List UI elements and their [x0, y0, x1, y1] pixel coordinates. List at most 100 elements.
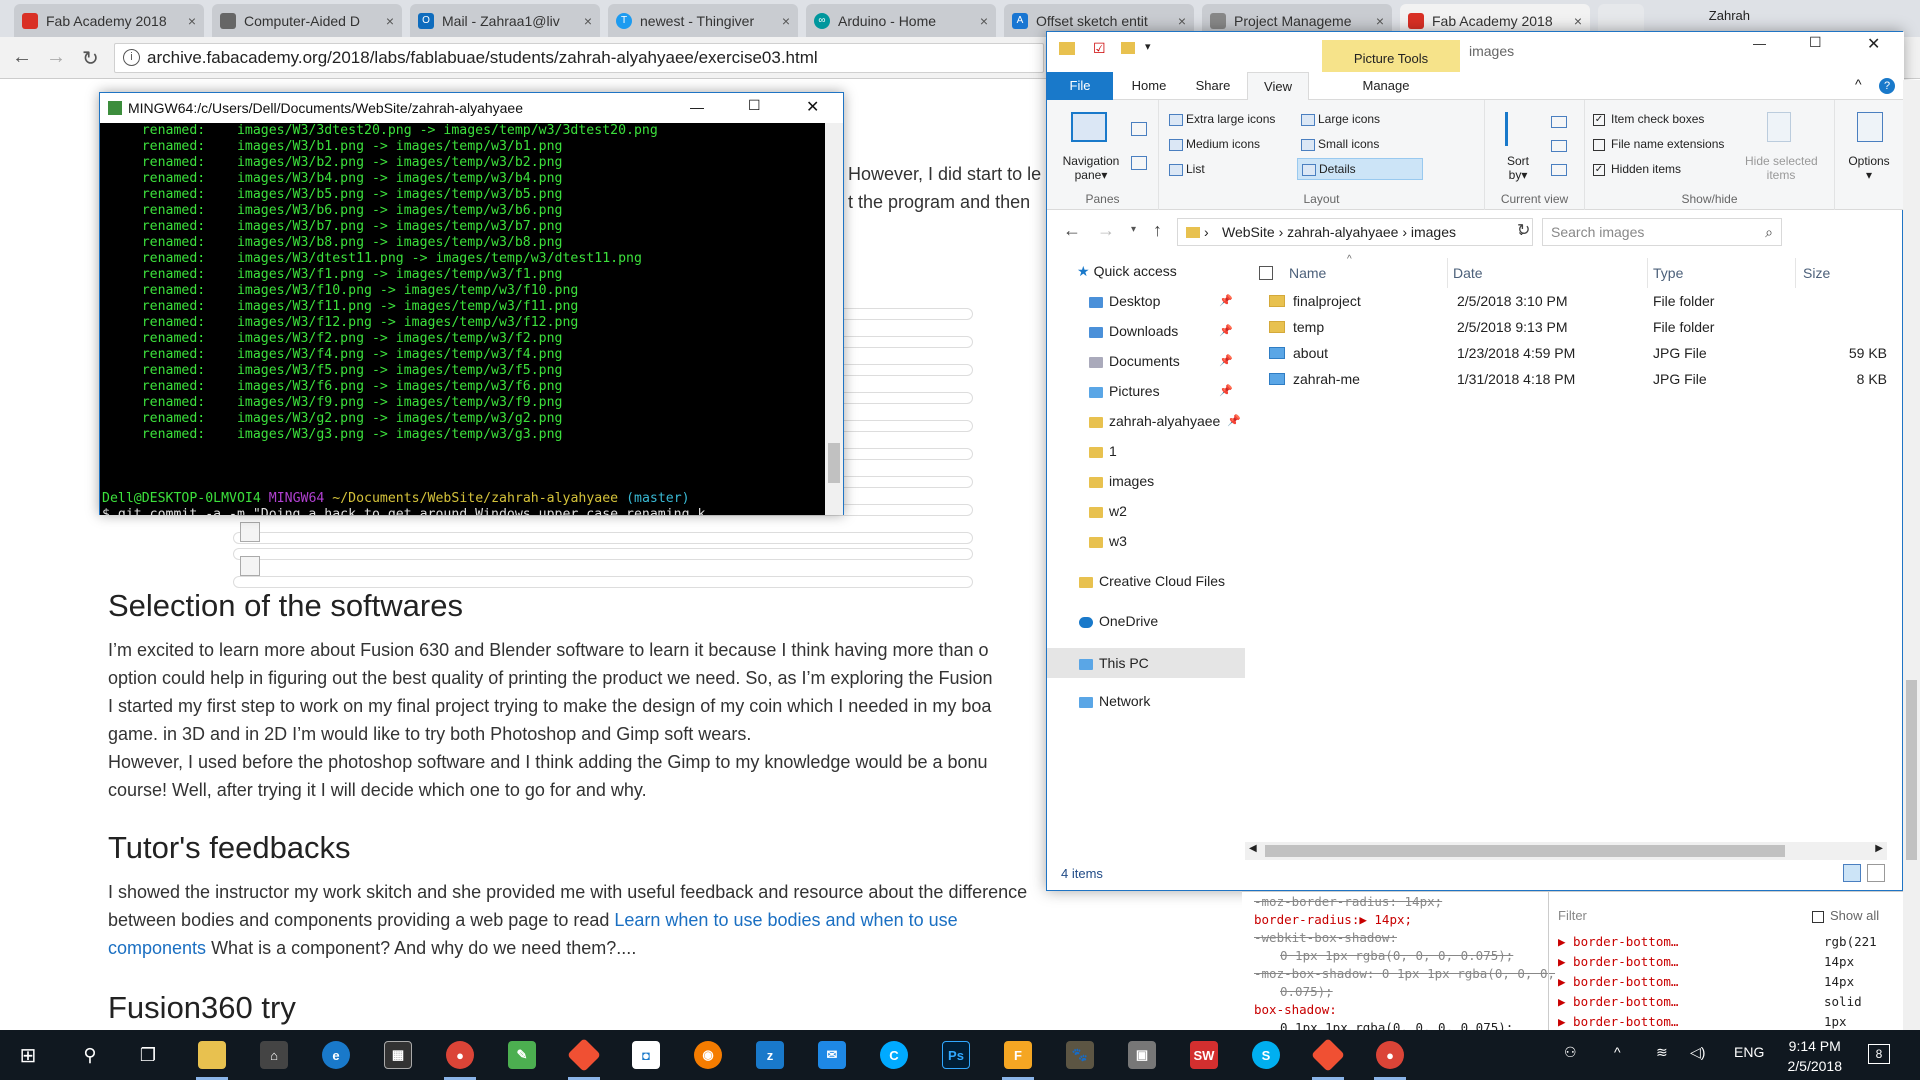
- sort-by-button[interactable]: Sort by▾: [1493, 154, 1543, 182]
- show-all-checkbox[interactable]: Show all: [1812, 908, 1879, 923]
- clock[interactable]: 9:14 PM 2/5/2018: [1788, 1036, 1843, 1076]
- add-columns-icon[interactable]: [1551, 140, 1567, 152]
- terminal-output[interactable]: renamed: images/W3/3dtest20.png -> image…: [100, 123, 826, 515]
- minimize-icon[interactable]: —: [1753, 36, 1766, 51]
- help-icon[interactable]: ?: [1879, 78, 1895, 94]
- nav-onedrive[interactable]: OneDrive: [1047, 608, 1245, 634]
- taskbar-fusion[interactable]: F: [998, 1035, 1038, 1080]
- nav-images[interactable]: images: [1047, 468, 1245, 494]
- nav-documents[interactable]: Documents 📌: [1047, 348, 1245, 374]
- recent-locations-icon[interactable]: ▾: [1131, 224, 1136, 235]
- computed-property[interactable]: ▶ border-bottom…: [1558, 1014, 1678, 1029]
- tab-home[interactable]: Home: [1119, 72, 1179, 100]
- back-icon[interactable]: ←: [1063, 220, 1081, 241]
- browser-tab-1[interactable]: Fab Academy 2018 ×: [14, 4, 204, 37]
- address-bar[interactable]: i archive.fabacademy.org/2018/labs/fabla…: [114, 43, 1044, 73]
- wifi-icon[interactable]: ≋: [1656, 1044, 1668, 1061]
- large-icons-view-icon[interactable]: [1867, 864, 1885, 882]
- breadcrumb-website[interactable]: WebSite: [1222, 224, 1275, 240]
- taskbar-photoshop[interactable]: Ps: [936, 1035, 976, 1075]
- css-border-radius[interactable]: border-radius:▶ 14px;: [1254, 912, 1412, 927]
- horizontal-scrollbar[interactable]: ◀ ▶: [1245, 842, 1887, 860]
- collapse-ribbon-icon[interactable]: ^: [1855, 76, 1862, 92]
- taskbar-file-explorer[interactable]: [192, 1035, 232, 1080]
- task-view-button[interactable]: ❐: [128, 1035, 168, 1075]
- tab-file[interactable]: File: [1047, 72, 1113, 100]
- taskbar-skype[interactable]: S: [1246, 1035, 1286, 1075]
- taskbar-image-app[interactable]: ▣: [1122, 1035, 1162, 1075]
- taskbar-z[interactable]: z: [750, 1035, 790, 1075]
- taskbar-git[interactable]: [564, 1035, 604, 1080]
- nav-this-pc[interactable]: This PC: [1047, 648, 1245, 678]
- navigation-pane-icon[interactable]: [1071, 112, 1107, 142]
- refresh-icon[interactable]: ↻: [1517, 220, 1530, 240]
- file-row[interactable]: temp 2/5/2018 9:13 PM File folder: [1247, 314, 1887, 340]
- nav-zahrah-alyahyaee[interactable]: zahrah-alyahyaee 📌: [1047, 408, 1245, 434]
- volume-icon[interactable]: ◁): [1690, 1044, 1705, 1061]
- close-tab-icon[interactable]: ×: [1574, 13, 1582, 29]
- nav-downloads[interactable]: Downloads 📌: [1047, 318, 1245, 344]
- computed-property[interactable]: ▶ border-bottom…: [1558, 974, 1678, 989]
- git-bash-window[interactable]: MINGW64:/c/Users/Dell/Documents/WebSite/…: [99, 92, 844, 515]
- profile-name[interactable]: Zahrah: [1709, 8, 1750, 23]
- column-date[interactable]: Date: [1453, 258, 1483, 288]
- maximize-icon[interactable]: ☐: [1809, 34, 1822, 51]
- nav-folder-1[interactable]: 1: [1047, 438, 1245, 464]
- bodies-link[interactable]: Learn when to use bodies and when to use: [614, 910, 957, 930]
- details-option[interactable]: Details: [1297, 158, 1423, 180]
- close-icon[interactable]: ✕: [806, 97, 819, 117]
- close-tab-icon[interactable]: ×: [1178, 13, 1186, 29]
- nav-w2[interactable]: w2: [1047, 498, 1245, 524]
- taskbar-calendar[interactable]: ▦: [378, 1035, 418, 1075]
- tab-share[interactable]: Share: [1183, 72, 1243, 100]
- taskbar-store[interactable]: ⌂: [254, 1035, 294, 1075]
- breadcrumb-images[interactable]: images: [1411, 224, 1456, 240]
- close-icon[interactable]: ✕: [1867, 34, 1880, 54]
- terminal-scrollbar[interactable]: [825, 123, 843, 515]
- column-size[interactable]: Size: [1803, 258, 1830, 288]
- page-scrollbar[interactable]: [1903, 80, 1920, 1030]
- taskbar-chrome-2[interactable]: ●: [1370, 1035, 1410, 1080]
- nav-desktop[interactable]: Desktop 📌: [1047, 288, 1245, 314]
- list-option[interactable]: List: [1169, 162, 1205, 176]
- computed-property[interactable]: ▶ border-bottom…: [1558, 934, 1678, 949]
- forward-icon[interactable]: →: [46, 46, 66, 69]
- file-explorer-window[interactable]: ☑ ▾ Picture Tools images — ☐ ✕ File Home…: [1046, 31, 1904, 891]
- breadcrumb[interactable]: › WebSite › zahrah-alyahyaee › images ⌄: [1177, 218, 1533, 246]
- nav-quick-access[interactable]: ★ Quick access: [1047, 258, 1245, 284]
- group-by-icon[interactable]: [1551, 116, 1567, 128]
- taskbar-edge[interactable]: e: [316, 1035, 356, 1075]
- navigation-pane-button[interactable]: Navigation pane▾: [1055, 154, 1127, 182]
- taskbar-app[interactable]: ◘: [626, 1035, 666, 1075]
- computed-property[interactable]: ▶ border-bottom…: [1558, 994, 1678, 1009]
- taskbar-gimp[interactable]: 🐾: [1060, 1035, 1100, 1075]
- tab-view[interactable]: View: [1247, 72, 1309, 100]
- new-folder-icon[interactable]: [1121, 42, 1135, 54]
- properties-icon[interactable]: ☑: [1093, 40, 1106, 57]
- language-indicator[interactable]: ENG: [1734, 1044, 1764, 1060]
- taskbar-mail[interactable]: ✉: [812, 1035, 852, 1075]
- close-tab-icon[interactable]: ×: [584, 13, 592, 29]
- nav-w3[interactable]: w3: [1047, 528, 1245, 554]
- scroll-left-icon[interactable]: ◀: [1249, 843, 1257, 854]
- close-tab-icon[interactable]: ×: [386, 13, 394, 29]
- column-name[interactable]: Name: [1289, 258, 1326, 288]
- extra-large-icons-option[interactable]: Extra large icons: [1169, 112, 1275, 126]
- file-row[interactable]: zahrah-me 1/31/2018 4:18 PM JPG File 8 KB: [1247, 366, 1887, 392]
- reload-icon[interactable]: ↻: [82, 46, 99, 71]
- forward-icon[interactable]: →: [1097, 220, 1115, 241]
- preview-pane-icon[interactable]: [1131, 122, 1147, 136]
- search-input[interactable]: Search images ⌕: [1542, 218, 1782, 246]
- nav-pictures[interactable]: Pictures 📌: [1047, 378, 1245, 404]
- scroll-right-icon[interactable]: ▶: [1875, 843, 1883, 854]
- up-icon[interactable]: ↑: [1153, 220, 1162, 241]
- tab-manage[interactable]: Manage: [1321, 72, 1451, 100]
- people-icon[interactable]: ⚇: [1564, 1044, 1577, 1061]
- large-icons-option[interactable]: Large icons: [1301, 112, 1380, 126]
- components-link[interactable]: components: [108, 938, 206, 958]
- browser-tab-4[interactable]: Tnewest - Thingiver ×: [608, 4, 798, 37]
- browser-tab-3[interactable]: O Mail - Zahraa1@liv ×: [410, 4, 600, 37]
- breadcrumb-zahrah[interactable]: zahrah-alyahyaee: [1287, 224, 1398, 240]
- close-tab-icon[interactable]: ×: [1376, 13, 1384, 29]
- file-row[interactable]: finalproject 2/5/2018 3:10 PM File folder: [1247, 288, 1887, 314]
